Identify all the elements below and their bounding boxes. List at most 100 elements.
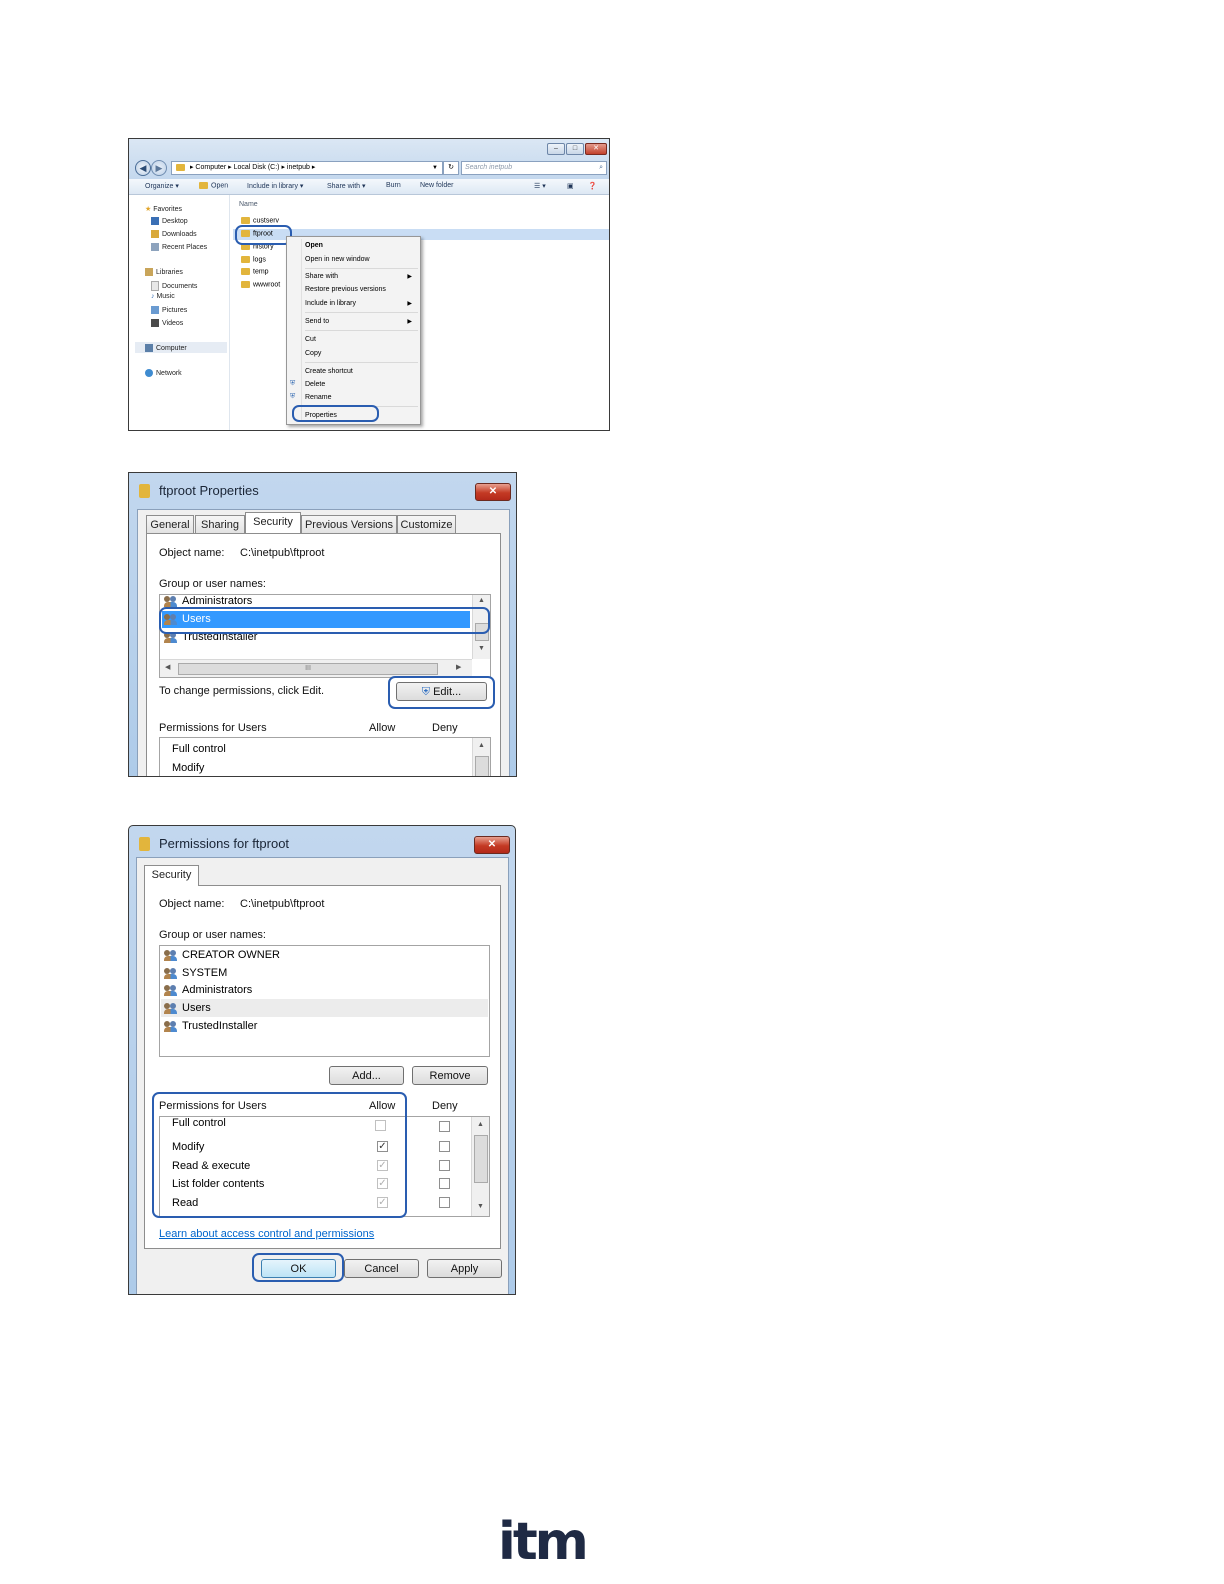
scroll-down-arrow-icon[interactable]: ▼ — [473, 645, 490, 652]
scroll-down-arrow-icon[interactable]: ▼ — [472, 1203, 489, 1210]
menu-cut[interactable]: Cut — [305, 336, 316, 343]
file-wwwroot[interactable]: wwwroot — [241, 281, 280, 288]
nav-pictures[interactable]: Pictures — [151, 306, 187, 314]
group-row-users[interactable]: Users — [164, 999, 211, 1017]
tab-sharing[interactable]: Sharing — [195, 515, 245, 533]
menu-share-with[interactable]: Share with ▶ — [305, 273, 418, 280]
menu-delete[interactable]: Delete — [305, 381, 325, 388]
address-bar[interactable]: ▸ Computer ▸ Local Disk (C:) ▸ inetpub ▸… — [171, 161, 443, 175]
deny-modify-checkbox[interactable] — [439, 1141, 450, 1152]
file-ftproot[interactable]: ftproot — [241, 230, 273, 237]
burn-command[interactable]: Burn — [386, 182, 401, 189]
tab-general[interactable]: General — [146, 515, 194, 533]
menu-open[interactable]: Open — [305, 242, 323, 249]
deny-full-control-checkbox[interactable] — [439, 1121, 450, 1132]
minimize-button[interactable]: – — [547, 143, 565, 155]
nav-computer[interactable]: Computer — [145, 344, 187, 352]
tab-customize[interactable]: Customize — [397, 515, 456, 533]
deny-list-folder-checkbox[interactable] — [439, 1178, 450, 1189]
allow-read-checkbox[interactable]: ✓ — [377, 1197, 388, 1208]
group-row-users[interactable]: Users — [164, 610, 211, 628]
h-scroll-thumb[interactable]: III — [178, 663, 438, 675]
file-temp[interactable]: temp — [241, 268, 269, 275]
group-list[interactable]: Administrators Users TrustedInstaller ▲ … — [159, 594, 491, 678]
breadcrumb-inetpub[interactable]: inetpub — [287, 164, 310, 171]
horizontal-scrollbar[interactable]: ◀ III ▶ — [160, 659, 472, 677]
scroll-up-arrow-icon[interactable]: ▲ — [473, 597, 490, 604]
file-custserv[interactable]: custserv — [241, 217, 279, 224]
group-row-system[interactable]: SYSTEM — [164, 964, 227, 982]
search-box[interactable]: Search inetpub ⌕ — [461, 161, 607, 175]
add-button[interactable]: Add... — [329, 1066, 404, 1085]
scroll-up-arrow-icon[interactable]: ▲ — [472, 1121, 489, 1128]
allow-read-execute-checkbox[interactable]: ✓ — [377, 1160, 388, 1171]
menu-properties[interactable]: Properties — [305, 412, 337, 419]
menu-include-in-library[interactable]: Include in library ▶ — [305, 300, 418, 307]
help-icon[interactable]: ❓ — [588, 182, 597, 190]
column-header-name[interactable]: Name — [239, 201, 258, 208]
menu-create-shortcut[interactable]: Create shortcut — [305, 368, 353, 375]
menu-send-to[interactable]: Send to ▶ — [305, 318, 418, 325]
tab-previous-versions[interactable]: Previous Versions — [301, 515, 397, 533]
nav-network[interactable]: Network — [145, 369, 182, 377]
scroll-thumb[interactable] — [474, 1135, 488, 1183]
scroll-thumb[interactable] — [475, 756, 489, 776]
preview-pane-icon[interactable]: ▣ — [567, 182, 574, 190]
group-list[interactable]: CREATOR OWNER SYSTEM Administrators User… — [159, 945, 490, 1057]
vertical-scrollbar[interactable]: ▲ ▼ — [472, 595, 490, 659]
menu-copy[interactable]: Copy — [305, 350, 321, 357]
close-button[interactable]: ✕ — [474, 836, 510, 854]
allow-modify-checkbox[interactable]: ✓ — [377, 1141, 388, 1152]
apply-button[interactable]: Apply — [427, 1259, 502, 1278]
back-arrow-icon[interactable]: ◀ — [135, 160, 151, 176]
refresh-button[interactable]: ↻ — [443, 161, 459, 175]
vertical-scrollbar[interactable]: ▲ ▼ — [471, 1117, 489, 1216]
group-row-creator-owner[interactable]: CREATOR OWNER — [164, 946, 280, 964]
maximize-button[interactable]: □ — [566, 143, 584, 155]
nav-documents[interactable]: Documents — [151, 281, 197, 291]
organize-menu[interactable]: Organize ▾ — [145, 182, 179, 190]
edit-button[interactable]: ⛨ Edit... — [396, 682, 487, 701]
group-row-trustedinstaller[interactable]: TrustedInstaller — [164, 628, 257, 646]
ok-button[interactable]: OK — [261, 1259, 336, 1278]
menu-restore-previous[interactable]: Restore previous versions — [305, 286, 386, 293]
learn-more-link[interactable]: Learn about access control and permissio… — [159, 1228, 374, 1240]
remove-button[interactable]: Remove — [412, 1066, 488, 1085]
forward-arrow-icon[interactable]: ▶ — [151, 160, 167, 176]
close-button[interactable]: ✕ — [585, 143, 607, 155]
allow-full-control-checkbox[interactable] — [375, 1120, 386, 1131]
scroll-thumb[interactable] — [475, 623, 489, 641]
deny-read-execute-checkbox[interactable] — [439, 1160, 450, 1171]
menu-rename[interactable]: Rename — [305, 394, 331, 401]
vertical-scrollbar[interactable]: ▲ — [472, 738, 490, 776]
open-command[interactable]: Open — [199, 182, 228, 189]
group-row-administrators[interactable]: Administrators — [164, 595, 252, 610]
breadcrumb-local-disk[interactable]: Local Disk (C:) — [234, 164, 280, 171]
tab-security[interactable]: Security — [245, 512, 301, 533]
scroll-right-arrow-icon[interactable]: ▶ — [456, 663, 461, 671]
dropdown-arrow-icon[interactable]: ▼ — [432, 162, 438, 174]
share-with-menu[interactable]: Share with ▾ — [327, 182, 366, 190]
include-in-library-menu[interactable]: Include in library ▾ — [247, 182, 303, 190]
group-row-trustedinstaller[interactable]: TrustedInstaller — [164, 1017, 257, 1035]
view-options-icon[interactable]: ☰ ▾ — [534, 182, 546, 190]
nav-desktop[interactable]: Desktop — [151, 217, 188, 225]
nav-downloads[interactable]: Downloads — [151, 230, 197, 238]
close-button[interactable]: ✕ — [475, 483, 511, 501]
nav-recent-places[interactable]: Recent Places — [151, 243, 207, 251]
menu-open-new-window[interactable]: Open in new window — [305, 256, 370, 263]
nav-music[interactable]: ♪ Music — [151, 293, 175, 300]
tab-security[interactable]: Security — [144, 865, 199, 886]
allow-list-folder-checkbox[interactable]: ✓ — [377, 1178, 388, 1189]
deny-read-checkbox[interactable] — [439, 1197, 450, 1208]
nav-libraries[interactable]: Libraries — [145, 268, 183, 276]
nav-videos[interactable]: Videos — [151, 319, 183, 327]
file-history[interactable]: history — [241, 243, 274, 250]
scroll-left-arrow-icon[interactable]: ◀ — [165, 663, 170, 671]
group-row-administrators[interactable]: Administrators — [164, 981, 252, 999]
scroll-up-arrow-icon[interactable]: ▲ — [473, 742, 490, 749]
cancel-button[interactable]: Cancel — [344, 1259, 419, 1278]
file-logs[interactable]: logs — [241, 256, 266, 263]
new-folder-command[interactable]: New folder — [420, 182, 453, 189]
breadcrumb-computer[interactable]: Computer — [195, 164, 226, 171]
